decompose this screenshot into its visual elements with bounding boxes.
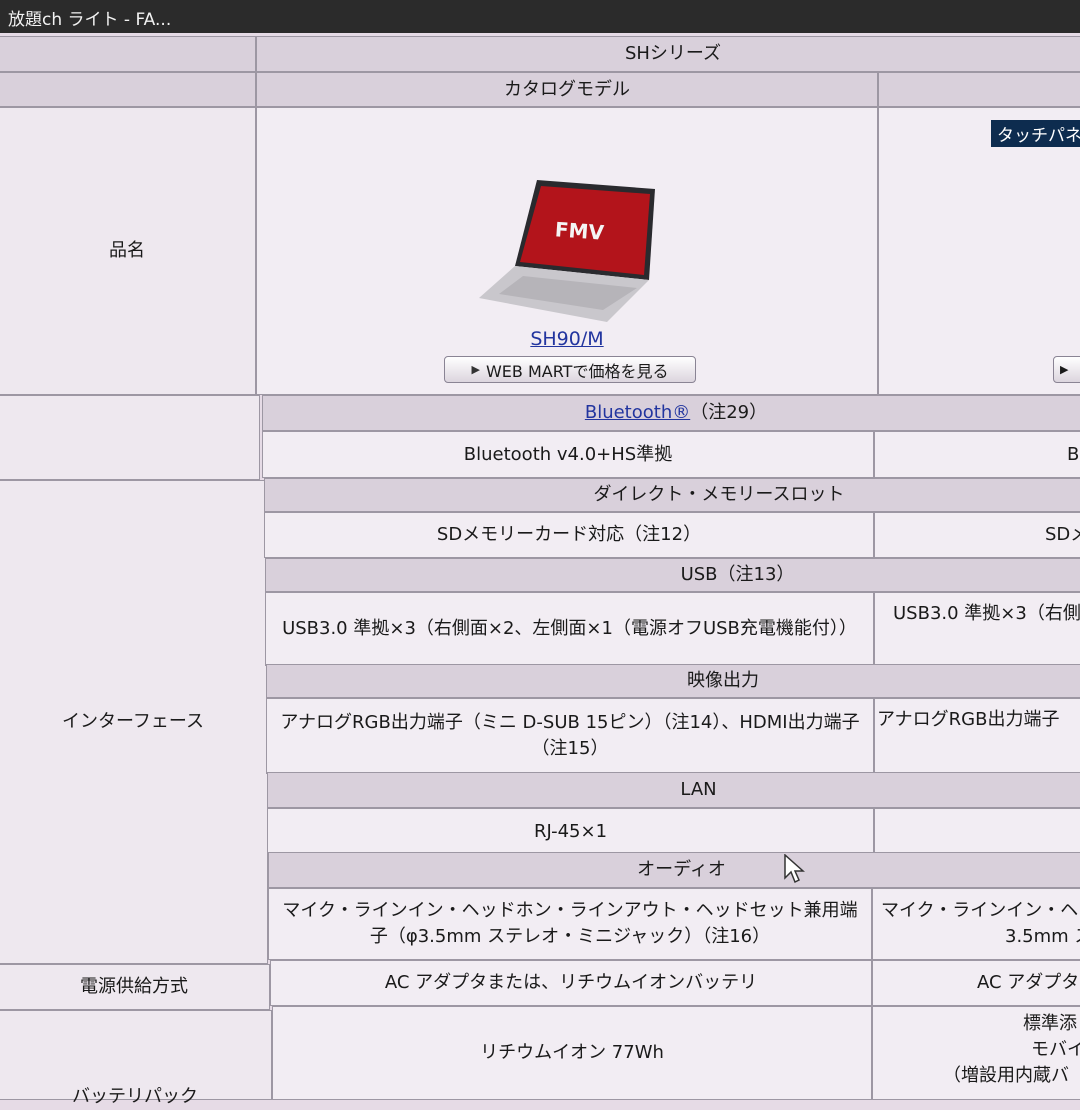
row-label-power-supply: 電源供給方式 (0, 964, 270, 1010)
battery-value-right-line1: 標準添 (1023, 1013, 1077, 1034)
audio-value-right-line2: 3.5mm ス (1005, 926, 1080, 947)
screen-logo: FMV (554, 217, 605, 244)
mouse-pointer-icon (784, 854, 805, 884)
bluetooth-value: Bluetooth v4.0+HS準拠 (262, 431, 874, 478)
battery-value-right: 標準添 モバイ （増設用内蔵バ (872, 1006, 1080, 1100)
bluetooth-link[interactable]: Bluetooth® (585, 400, 690, 426)
audio-value-right: マイク・ラインイン・ヘッ 3.5mm ス (872, 888, 1080, 960)
play-arrow-icon: ▶ (471, 363, 480, 376)
power-supply-value: AC アダプタまたは、リチウムイオンバッテリ (270, 960, 872, 1006)
video-output-value-right: アナログRGB出力端子 (874, 698, 1080, 774)
direct-memory-value: SDメモリーカード対応（注12） (264, 512, 874, 558)
row-label-interface: インターフェース (0, 480, 268, 964)
catalog-spacer (0, 72, 256, 107)
usb-value: USB3.0 準拠×3（右側面×2、左側面×1（電源オフUSB充電機能付）） (265, 592, 874, 666)
model-link-sh90m[interactable]: SH90/M (257, 328, 877, 350)
catalog-model-header: カタログモデル (256, 72, 878, 107)
catalog-model-header-right (878, 72, 1080, 107)
web-mart-price-button-right[interactable]: ▶ (1053, 356, 1080, 383)
battery-value: リチウムイオン 77Wh (272, 1006, 872, 1100)
web-mart-price-button[interactable]: ▶ WEB MARTで価格を見る (444, 356, 696, 383)
audio-header: オーディオ (268, 852, 1080, 888)
series-header: SHシリーズ (256, 36, 1080, 72)
window-title: 放題ch ライト - FA... (8, 10, 172, 30)
web-mart-price-label: WEB MARTで価格を見る (485, 361, 669, 381)
usb-value-right: USB3.0 準拠×3（右側 (874, 592, 1080, 666)
audio-value-right-line1: マイク・ラインイン・ヘッ (881, 900, 1080, 921)
power-supply-value-right: AC アダプタ (872, 960, 1080, 1006)
audio-value: マイク・ラインイン・ヘッドホン・ラインアウト・ヘッドセット兼用端子（φ3.5mm… (268, 888, 872, 960)
usb-header: USB（注13） (265, 558, 1080, 592)
touch-panel-badge: タッチパネ (991, 120, 1080, 147)
battery-value-right-line2: モバイ (1031, 1039, 1080, 1060)
bluetooth-note: （注29） (690, 402, 768, 423)
product-cell-right: タッチパネ ▶ (878, 107, 1080, 395)
window-title-bar: 放題ch ライト - FA... (0, 0, 1080, 33)
product-cell: FMV SH90/M ▶ WEB MARTで価格を見る (256, 107, 878, 395)
lan-value: RJ-45×1 (267, 808, 874, 856)
row-label-battery-pack: バッテリパック (0, 1010, 272, 1107)
battery-value-right-line3: （増設用内蔵バ (943, 1065, 1069, 1086)
direct-memory-header: ダイレクト・メモリースロット (264, 478, 1080, 512)
lan-header: LAN (267, 772, 1080, 808)
video-output-header: 映像出力 (266, 664, 1080, 698)
video-output-value: アナログRGB出力端子（ミニ D-SUB 15ピン）（注14）、HDMI出力端子… (266, 698, 874, 774)
play-arrow-icon: ▶ (1060, 363, 1069, 376)
direct-memory-value-right: SDメ (874, 512, 1080, 558)
laptop-image: FMV (479, 180, 655, 322)
row-label-bluetooth (0, 395, 260, 480)
row-label-product-name: 品名 (0, 107, 256, 395)
bluetooth-value-right: B (874, 431, 1080, 478)
lan-value-right (874, 808, 1080, 856)
header-spacer (0, 36, 256, 72)
bluetooth-header: Bluetooth® （注29） (262, 395, 1080, 431)
